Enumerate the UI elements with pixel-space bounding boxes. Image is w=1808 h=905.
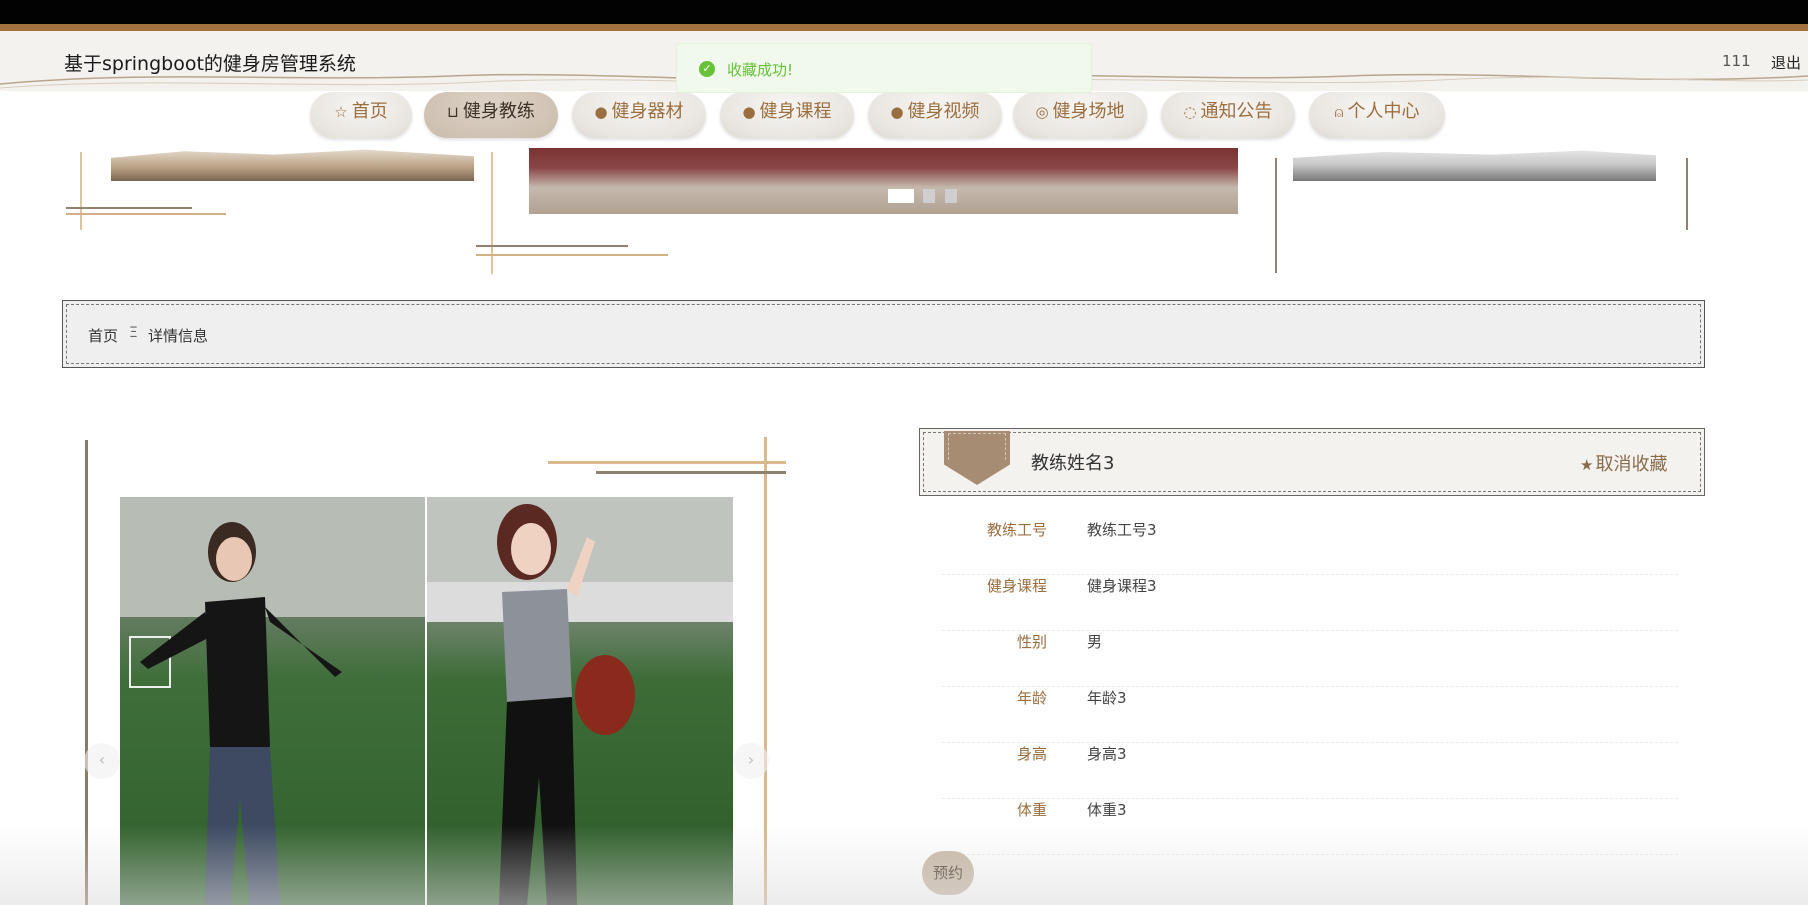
detail-value: 体重3 bbox=[1087, 801, 1127, 819]
gallery-prev-button[interactable]: ‹ bbox=[84, 743, 120, 779]
site-title: 基于springboot的健身房管理系统 bbox=[64, 53, 356, 75]
carousel-dot[interactable] bbox=[923, 189, 935, 203]
coach-name: 教练姓名3 bbox=[1031, 453, 1115, 474]
carousel-dot[interactable] bbox=[888, 189, 914, 203]
alert-icon: ● bbox=[594, 103, 608, 121]
nav-item-label: 健身教练 bbox=[462, 101, 535, 122]
decor-line bbox=[66, 207, 192, 209]
detail-label: 性别 bbox=[1016, 633, 1047, 651]
nav-item-venue[interactable]: ◎ 健身场地 bbox=[1013, 92, 1147, 138]
coach-photo-figure bbox=[120, 497, 425, 905]
carousel-dot[interactable] bbox=[945, 189, 957, 203]
breadcrumb bbox=[62, 300, 1705, 368]
decor-line bbox=[66, 213, 226, 215]
nav-item-course[interactable]: ● 健身课程 bbox=[720, 92, 854, 138]
nav-item-notice[interactable]: ◌ 通知公告 bbox=[1161, 92, 1295, 138]
decor-line bbox=[476, 254, 668, 256]
nav-item-label: 健身器材 bbox=[611, 101, 684, 122]
detail-value: 身高3 bbox=[1087, 745, 1127, 763]
nav-item-label: 健身场地 bbox=[1052, 101, 1125, 122]
nav-item-label: 健身视频 bbox=[907, 101, 980, 122]
top-accent-stripe bbox=[0, 24, 1808, 31]
book-button[interactable]: 预约 bbox=[922, 851, 974, 895]
toast-message: 收藏成功! bbox=[727, 61, 794, 79]
detail-label: 教练工号 bbox=[986, 521, 1047, 539]
username-label: 111 bbox=[1722, 52, 1751, 70]
nav-item-video[interactable]: ● 健身视频 bbox=[868, 92, 1002, 138]
detail-row: 年龄 年龄3 bbox=[942, 687, 1678, 743]
decor-line bbox=[476, 245, 628, 247]
nav-item-equipment[interactable]: ● 健身器材 bbox=[572, 92, 706, 138]
top-black-bar bbox=[0, 0, 1808, 24]
logout-link[interactable]: 退出 bbox=[1771, 52, 1801, 73]
breadcrumb-home-link[interactable]: 首页 bbox=[88, 325, 118, 346]
nav-item-profile[interactable]: ⍝ 个人中心 bbox=[1309, 92, 1445, 138]
nav-item-coach[interactable]: ⊔ 健身教练 bbox=[424, 92, 558, 138]
success-toast: ✓ 收藏成功! bbox=[676, 43, 1092, 93]
nav-item-label: 通知公告 bbox=[1200, 101, 1273, 122]
info-icon: ● bbox=[890, 103, 904, 121]
carousel-prev-slide[interactable] bbox=[111, 149, 474, 181]
breadcrumb-separator: Ξ bbox=[129, 325, 138, 341]
unfavorite-label: 取消收藏 bbox=[1595, 454, 1668, 475]
detail-row: 体重 体重3 bbox=[942, 799, 1678, 855]
carousel-next-slide[interactable] bbox=[1293, 150, 1656, 181]
check-circle-icon: ✓ bbox=[699, 61, 715, 77]
breadcrumb-current: 详情信息 bbox=[148, 327, 209, 345]
detail-label: 年龄 bbox=[1016, 689, 1047, 707]
detail-row: 教练工号 教练工号3 bbox=[942, 519, 1678, 575]
trend-icon: ◌ bbox=[1183, 103, 1197, 121]
gallery-next-button[interactable]: › bbox=[733, 743, 769, 779]
decor-line bbox=[1686, 158, 1688, 230]
decor-line bbox=[596, 471, 786, 474]
carousel-active-slide[interactable] bbox=[529, 148, 1238, 214]
detail-row: 健身课程 健身课程3 bbox=[942, 575, 1678, 631]
decor-line bbox=[548, 461, 786, 464]
bag-icon: ⊔ bbox=[447, 103, 459, 121]
detail-label: 健身课程 bbox=[986, 577, 1047, 595]
detail-value: 教练工号3 bbox=[1087, 521, 1157, 539]
detail-value: 健身课程3 bbox=[1087, 577, 1157, 595]
nav-item-label: 健身课程 bbox=[759, 101, 832, 122]
detail-label: 身高 bbox=[1016, 745, 1047, 763]
nav-item-home[interactable]: ☆ 首页 bbox=[310, 92, 412, 138]
detail-value: 年龄3 bbox=[1087, 689, 1127, 707]
target-icon: ◎ bbox=[1035, 103, 1049, 121]
question-icon: ● bbox=[742, 103, 756, 121]
coach-photo bbox=[120, 497, 425, 905]
nav-item-label: 首页 bbox=[351, 101, 388, 122]
detail-row: 性别 男 bbox=[942, 631, 1678, 687]
decor-line bbox=[1275, 158, 1277, 273]
unfavorite-button[interactable]: ★ 取消收藏 bbox=[1580, 450, 1667, 476]
detail-value: 男 bbox=[1087, 633, 1103, 651]
gallery-frame-left bbox=[85, 440, 88, 905]
coach-photo-figure bbox=[427, 497, 733, 905]
star-icon: ★ bbox=[1580, 456, 1594, 474]
detail-label: 体重 bbox=[1016, 801, 1047, 819]
detail-row: 身高 身高3 bbox=[942, 743, 1678, 799]
user-icon: ⍝ bbox=[1334, 103, 1344, 121]
coach-photo bbox=[427, 497, 733, 905]
star-outline-icon: ☆ bbox=[334, 103, 348, 121]
gallery-frame-right bbox=[764, 437, 767, 905]
nav-item-label: 个人中心 bbox=[1347, 101, 1420, 122]
decor-line bbox=[80, 152, 82, 230]
